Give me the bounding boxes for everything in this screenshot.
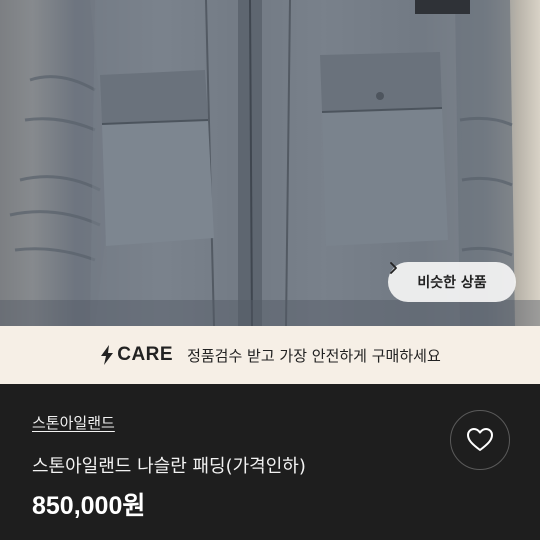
- chevron-right-icon: [390, 262, 397, 274]
- like-button[interactable]: [450, 410, 510, 470]
- product-detail-screen: 비슷한 상품 CARE 정품검수 받고 가장 안전하게 구매하세요 스톤아일랜드…: [0, 0, 540, 540]
- similar-products-label: 비슷한 상품: [417, 275, 487, 291]
- similar-products-button[interactable]: 비슷한 상품: [388, 262, 516, 302]
- heart-outline-icon: [467, 428, 493, 451]
- product-photo[interactable]: 비슷한 상품: [0, 0, 540, 326]
- care-brand-text: CARE: [117, 344, 174, 365]
- care-logo: CARE: [99, 344, 173, 366]
- care-banner[interactable]: CARE 정품검수 받고 가장 안전하게 구매하세요: [0, 326, 540, 384]
- product-title: 스톤아일랜드 나슬란 패딩(가격인하): [32, 456, 306, 477]
- product-price: 850,000원: [32, 492, 146, 520]
- store-name-link[interactable]: 스톤아일랜드: [32, 412, 115, 433]
- care-message: 정품검수 받고 가장 안전하게 구매하세요: [187, 346, 441, 365]
- lightning-bolt-icon: [101, 345, 114, 365]
